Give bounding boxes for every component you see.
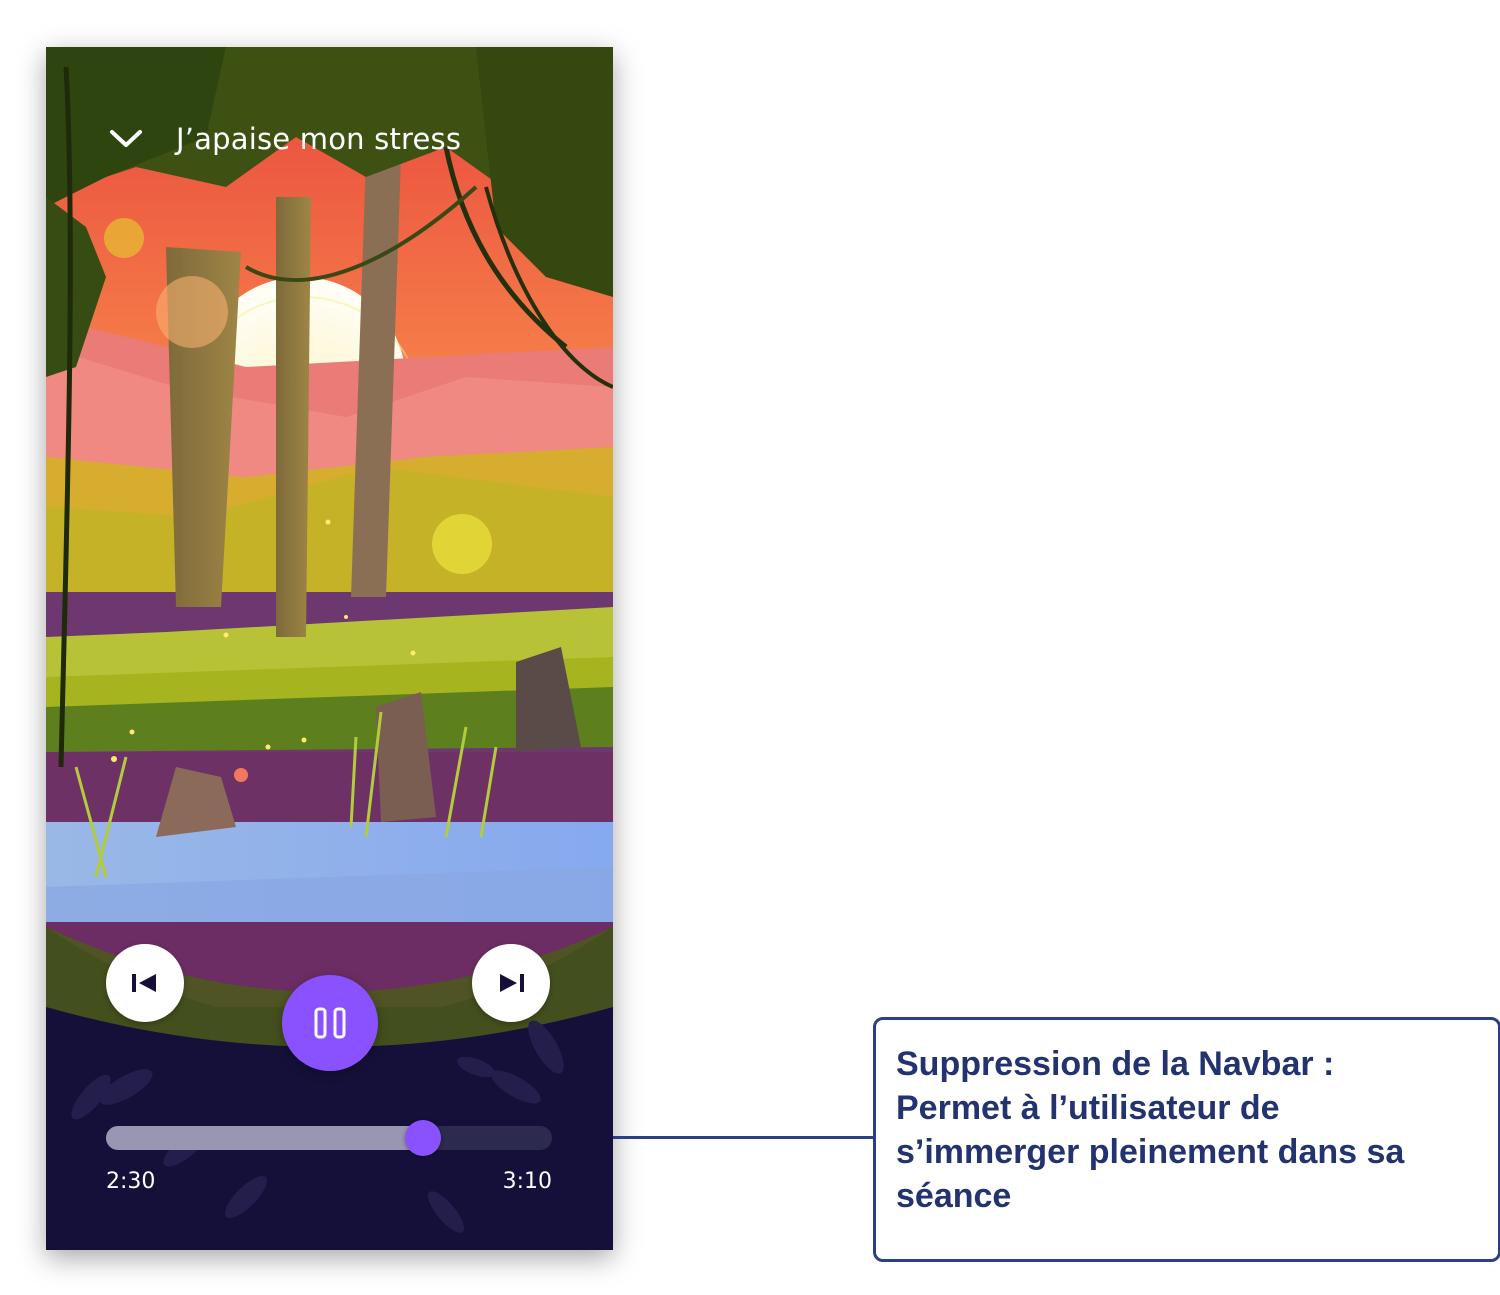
chevron-down-icon[interactable] [106, 119, 146, 159]
pause-button[interactable] [282, 975, 378, 1071]
current-time: 2:30 [106, 1169, 156, 1194]
session-title: J’apaise mon stress [176, 122, 462, 156]
progress-slider[interactable] [106, 1120, 552, 1156]
player-screen: J’apaise mon stress 2:30 3:10 [46, 47, 613, 1250]
annotation-connector [613, 1136, 873, 1139]
progress-handle[interactable] [404, 1120, 441, 1156]
pause-icon [314, 1007, 346, 1039]
annotation-text: Suppression de la Navbar : Permet à l’ut… [896, 1045, 1405, 1215]
progress-fill [106, 1126, 423, 1150]
annotation-box: Suppression de la Navbar : Permet à l’ut… [873, 1017, 1500, 1262]
player-header: J’apaise mon stress [106, 117, 461, 161]
next-button[interactable] [472, 944, 550, 1022]
skip-next-icon [500, 974, 524, 992]
skip-previous-icon [132, 974, 156, 992]
total-time: 3:10 [502, 1169, 552, 1194]
previous-button[interactable] [106, 944, 184, 1022]
